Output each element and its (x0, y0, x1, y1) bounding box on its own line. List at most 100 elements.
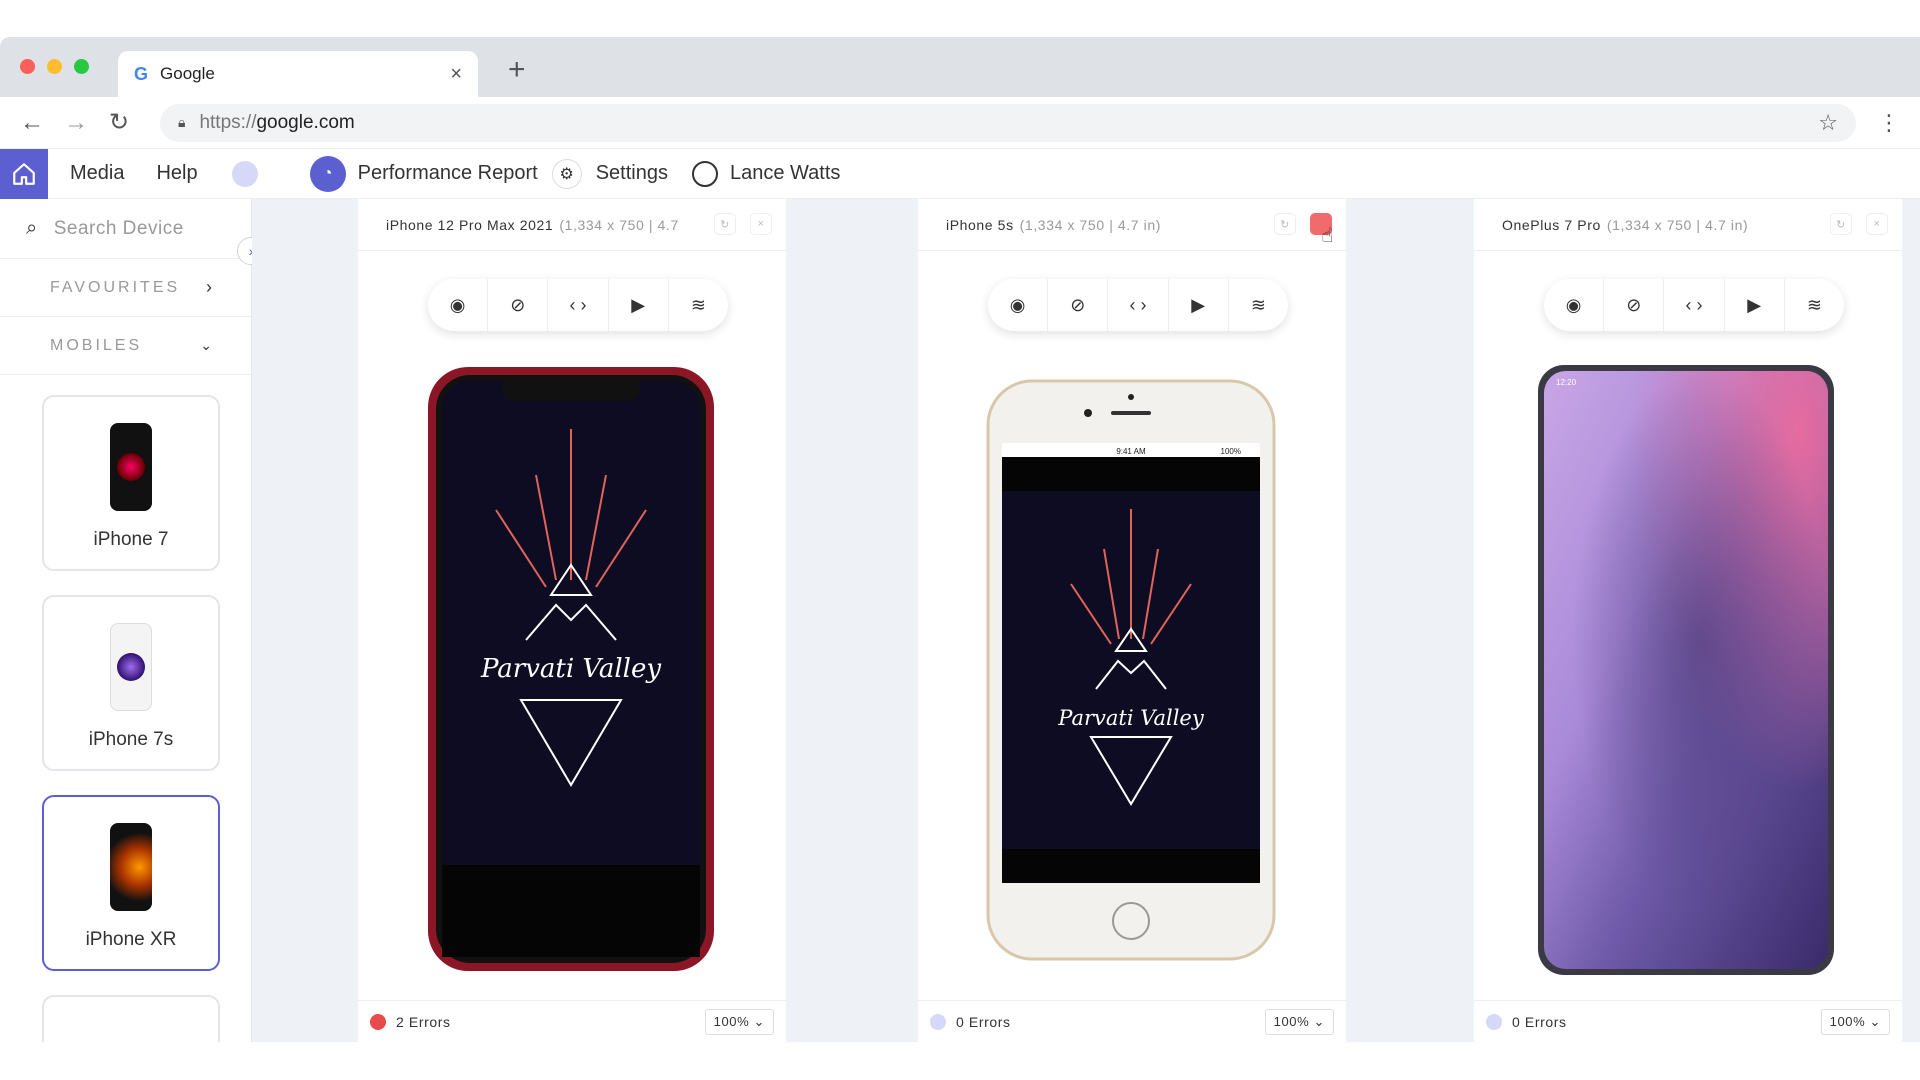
bookmark-star-icon[interactable]: ☆ (1818, 110, 1838, 136)
panel-header: iPhone 5s (1,334 x 750 | 4.7 in) ↻ × ☝ (918, 199, 1346, 251)
wifi-icon[interactable]: ≋ (1229, 279, 1288, 331)
zoom-value: 100% (1829, 1013, 1866, 1029)
preview-area: iPhone 12 Pro Max 2021 (1,334 x 750 | 4.… (252, 199, 1920, 1042)
error-count[interactable]: 0 Errors (1512, 1014, 1567, 1030)
zoom-select[interactable]: 100% ⌄ (1820, 1008, 1890, 1035)
device-sidebar: ⌕ Search Device › FAVOURITES › MOBILES ⌄… (0, 199, 265, 1042)
browser-tab[interactable]: G Google × (118, 51, 478, 97)
url-host: google.com (256, 111, 355, 133)
back-icon[interactable]: ← (20, 109, 44, 137)
video-icon[interactable]: ▶ (609, 279, 669, 331)
device-card-more[interactable] (42, 995, 220, 1042)
status-time: 9:41 AM (1116, 447, 1146, 456)
new-tab-icon[interactable]: + (508, 53, 526, 87)
device-spec: (1,334 x 750 | 4.7 in) (1606, 216, 1749, 233)
maximize-window-button[interactable] (74, 59, 89, 74)
rotate-icon[interactable]: ⊘ (1048, 279, 1109, 331)
device-tools: ◉ ⊘ ‹ › ▶ ≋ (428, 279, 728, 331)
close-tab-icon[interactable]: × (450, 63, 462, 86)
panel-header: iPhone 12 Pro Max 2021 (1,334 x 750 | 4.… (358, 199, 786, 251)
camera-icon[interactable]: ◉ (1544, 279, 1605, 331)
url-field[interactable]: 🔒︎ https:// google.com ☆ (160, 103, 1856, 142)
performance-report-button[interactable]: ◔ Performance Report (309, 155, 538, 192)
camera-icon[interactable]: ◉ (428, 279, 489, 331)
device-name: iPhone 7 (93, 529, 169, 550)
speedometer-icon: ◔ (309, 155, 346, 192)
device-tools: ◉ ⊘ ‹ › ▶ ≋ (988, 279, 1288, 331)
wallpaper-text: Parvati Valley (480, 654, 661, 684)
reload-icon[interactable]: ↻ (108, 108, 130, 137)
wifi-icon[interactable]: ≋ (669, 279, 728, 331)
menu-media[interactable]: Media (70, 162, 124, 185)
error-count[interactable]: 2 Errors (396, 1014, 451, 1030)
performance-report-label: Performance Report (357, 162, 538, 184)
error-count[interactable]: 0 Errors (956, 1014, 1011, 1030)
panel-footer: 0 Errors 100% ⌄ (918, 1000, 1346, 1042)
code-icon[interactable]: ‹ › (548, 279, 609, 331)
browser-window: G Google × + ← → ↻ 🔒︎ https:// google.co… (0, 37, 1920, 1042)
close-icon[interactable]: × (750, 213, 772, 235)
browser-menu-icon[interactable]: ⋮ (1878, 110, 1900, 136)
minimize-window-button[interactable] (47, 59, 62, 74)
device-panel-iphone-5s: iPhone 5s (1,334 x 750 | 4.7 in) ↻ × ☝ ◉… (918, 199, 1346, 1042)
settings-button[interactable]: ⚙ Settings (551, 158, 668, 189)
settings-label: Settings (595, 162, 668, 184)
app-toolbar: Media Help ◔ Performance Report ⚙ Settin… (0, 148, 1920, 199)
forward-icon[interactable]: → (64, 109, 88, 137)
refresh-icon[interactable]: ↻ (1830, 213, 1852, 235)
mobiles-section[interactable]: MOBILES ⌄ (0, 317, 251, 375)
wallpaper-text: Parvati Valley (1057, 706, 1205, 730)
user-name: Lance Watts (729, 162, 841, 184)
rotate-icon[interactable]: ⊘ (488, 279, 549, 331)
device-list: iPhone 7 iPhone 7s iPhone XR (0, 375, 251, 1042)
code-icon[interactable]: ‹ › (1108, 279, 1169, 331)
zoom-value: 100% (713, 1013, 750, 1029)
home-button[interactable] (0, 148, 48, 199)
address-bar-row: ← → ↻ 🔒︎ https:// google.com ☆ ⋮ (0, 97, 1920, 149)
refresh-icon[interactable]: ↻ (714, 213, 736, 235)
close-window-button[interactable] (20, 59, 35, 74)
device-card-iphone-7[interactable]: iPhone 7 (42, 395, 220, 571)
zoom-value: 100% (1273, 1013, 1310, 1029)
lock-icon: 🔒︎ (178, 114, 186, 130)
google-favicon-icon: G (134, 63, 149, 84)
error-indicator-icon (370, 1013, 386, 1030)
error-indicator-icon (930, 1013, 946, 1030)
iphone-7s-thumbnail (110, 623, 152, 711)
panel-footer: 0 Errors 100% ⌄ (1474, 1000, 1902, 1042)
notification-bubble-icon[interactable] (231, 160, 258, 187)
device-spec: (1,334 x 750 | 4.7 in) (1019, 216, 1162, 233)
camera-icon[interactable]: ◉ (988, 279, 1049, 331)
iphone-5s-mockup: 9:41 AM 100% Parvati Valley (986, 379, 1276, 961)
close-icon[interactable]: × (1866, 213, 1888, 235)
mobiles-label: MOBILES (50, 336, 143, 354)
tab-bar: G Google × + (0, 37, 1920, 97)
search-device-field[interactable]: ⌕ Search Device (0, 199, 251, 259)
oneplus-status-time: 12:20 (1556, 378, 1577, 387)
oneplus-7-pro-mockup: 12:20 (1538, 365, 1834, 975)
device-name: iPhone 7s (88, 729, 174, 750)
rotate-icon[interactable]: ⊘ (1604, 279, 1665, 331)
code-icon[interactable]: ‹ › (1664, 279, 1725, 331)
video-icon[interactable]: ▶ (1725, 279, 1785, 331)
zoom-select[interactable]: 100% ⌄ (1264, 1008, 1334, 1035)
menu-help[interactable]: Help (156, 162, 197, 185)
zoom-select[interactable]: 100% ⌄ (704, 1008, 774, 1035)
device-panel-oneplus-7-pro: OnePlus 7 Pro (1,334 x 750 | 4.7 in) ↻ ×… (1474, 199, 1902, 1042)
error-indicator-icon (1486, 1013, 1502, 1030)
hand-cursor-icon: ☝ (1321, 225, 1334, 247)
iphone-7-thumbnail (110, 423, 152, 511)
wifi-icon[interactable]: ≋ (1785, 279, 1844, 331)
device-card-iphone-xr[interactable]: iPhone XR (42, 795, 220, 971)
user-menu[interactable]: Lance Watts (691, 160, 841, 187)
status-battery: 100% (1221, 447, 1241, 456)
search-placeholder: Search Device (53, 217, 184, 239)
device-panel-iphone-12-pro-max: iPhone 12 Pro Max 2021 (1,334 x 750 | 4.… (358, 199, 786, 1042)
device-card-iphone-7s[interactable]: iPhone 7s (42, 595, 220, 771)
favourites-section[interactable]: FAVOURITES › (0, 259, 251, 317)
window-controls (20, 59, 89, 74)
url-scheme: https:// (199, 111, 257, 133)
tab-title: Google (160, 64, 215, 83)
refresh-icon[interactable]: ↻ (1274, 213, 1296, 235)
video-icon[interactable]: ▶ (1169, 279, 1229, 331)
